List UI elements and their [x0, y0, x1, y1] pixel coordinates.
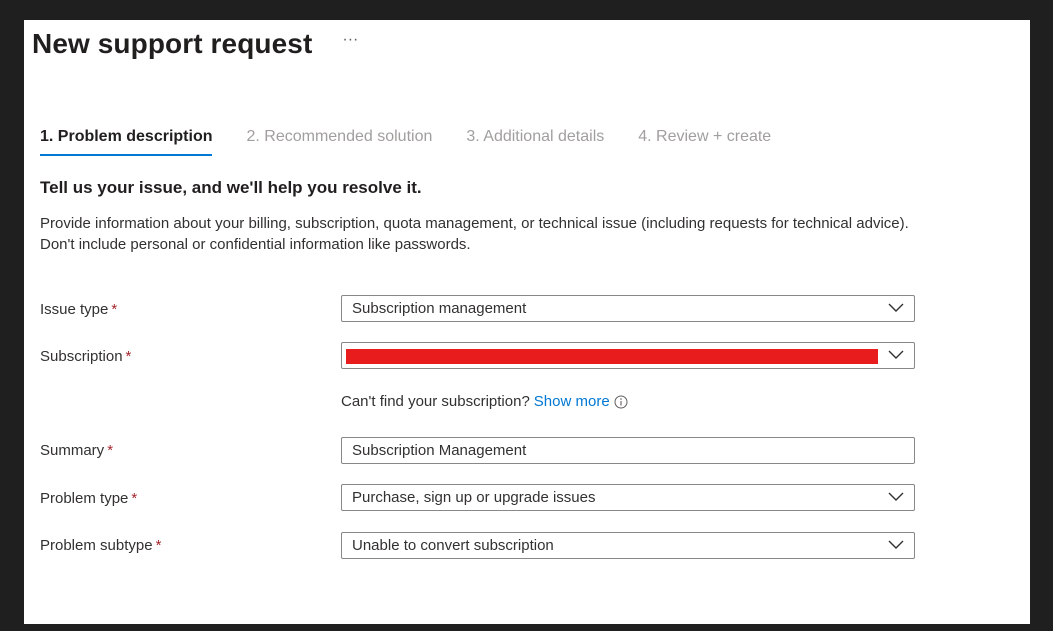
chevron-down-icon — [888, 303, 904, 312]
tab-review-create[interactable]: 4. Review + create — [638, 128, 771, 156]
issue-type-value: Subscription management — [352, 300, 527, 317]
subscription-helper: Can't find your subscription? Show more — [341, 393, 628, 410]
info-icon[interactable] — [614, 395, 628, 409]
summary-value: Subscription Management — [352, 442, 527, 459]
section-heading: Tell us your issue, and we'll help you r… — [40, 178, 422, 197]
redacted-subscription-value — [346, 349, 878, 364]
tab-recommended-solution[interactable]: 2. Recommended solution — [246, 128, 432, 156]
problem-subtype-label-text: Problem subtype — [40, 537, 153, 554]
helper-text: Can't find your subscription? — [341, 393, 530, 410]
issue-type-label-text: Issue type — [40, 301, 109, 318]
show-more-link[interactable]: Show more — [534, 393, 610, 410]
support-request-panel: New support request ··· 1. Problem descr… — [24, 20, 1030, 624]
summary-label-text: Summary — [40, 442, 105, 459]
required-marker: * — [125, 348, 132, 365]
page-title: New support request — [32, 28, 313, 59]
problem-type-label: Problem type * — [40, 490, 137, 507]
tab-problem-description[interactable]: 1. Problem description — [40, 128, 213, 156]
problem-subtype-dropdown[interactable]: Unable to convert subscription — [341, 532, 915, 559]
chevron-down-icon — [888, 350, 904, 359]
chevron-down-icon — [888, 540, 904, 549]
chevron-down-icon — [888, 492, 904, 501]
more-options-icon[interactable]: ··· — [342, 31, 358, 49]
summary-input[interactable]: Subscription Management — [341, 437, 915, 464]
required-marker: * — [107, 442, 114, 459]
subscription-label-text: Subscription — [40, 348, 123, 365]
problem-subtype-label: Problem subtype * — [40, 537, 161, 554]
issue-type-label: Issue type * — [40, 301, 117, 318]
subscription-label: Subscription * — [40, 348, 131, 365]
section-description: Provide information about your billing, … — [40, 215, 909, 253]
summary-label: Summary * — [40, 442, 113, 459]
required-marker: * — [155, 537, 162, 554]
title-row: New support request ··· — [32, 28, 358, 60]
required-marker: * — [131, 490, 138, 507]
subscription-dropdown[interactable] — [341, 342, 915, 369]
required-marker: * — [111, 301, 118, 318]
wizard-tabs: 1. Problem description 2. Recommended so… — [40, 128, 805, 156]
problem-subtype-value: Unable to convert subscription — [352, 537, 554, 554]
problem-type-label-text: Problem type — [40, 490, 129, 507]
tab-additional-details[interactable]: 3. Additional details — [466, 128, 604, 156]
issue-type-dropdown[interactable]: Subscription management — [341, 295, 915, 322]
problem-type-dropdown[interactable]: Purchase, sign up or upgrade issues — [341, 484, 915, 511]
problem-type-value: Purchase, sign up or upgrade issues — [352, 489, 596, 506]
